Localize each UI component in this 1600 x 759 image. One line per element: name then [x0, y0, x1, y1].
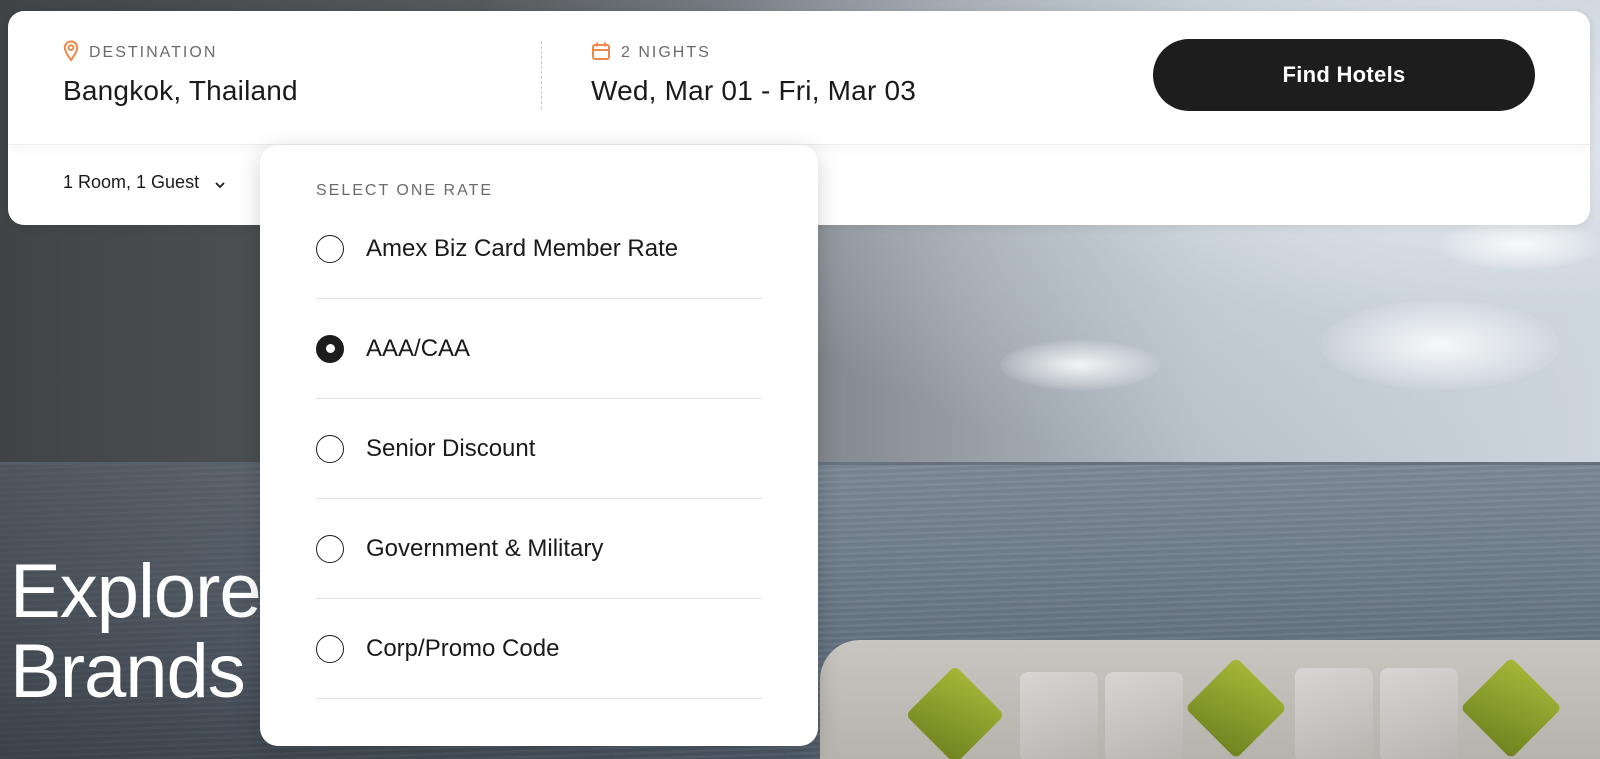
rate-dropdown: SELECT ONE RATE Amex Biz Card Member Rat…	[260, 145, 818, 746]
destination-label-row: DESTINATION	[63, 39, 298, 67]
nights-label: 2 NIGHTS	[621, 44, 711, 61]
rate-option-aaa-caa[interactable]: AAA/CAA	[316, 299, 762, 399]
rate-option-government-military[interactable]: Government & Military	[316, 499, 762, 599]
rate-option-label: Senior Discount	[366, 434, 536, 462]
rate-dropdown-heading: SELECT ONE RATE	[316, 182, 493, 199]
search-bar: DESTINATION Bangkok, Thailand 2 NIGHTS W…	[8, 11, 1590, 145]
find-hotels-button[interactable]: Find Hotels	[1153, 39, 1535, 111]
cloud	[1000, 340, 1160, 390]
radio-button[interactable]	[316, 234, 344, 263]
hero-heading: Explore Brands	[10, 549, 262, 714]
rate-option-amex[interactable]: Amex Biz Card Member Rate	[316, 199, 762, 299]
grey-cushion	[1380, 668, 1458, 759]
destination-field[interactable]: DESTINATION Bangkok, Thailand	[63, 39, 298, 107]
hero-heading-line1: Explore	[10, 549, 262, 634]
dates-label-row: 2 NIGHTS	[591, 41, 916, 65]
chevron-down-icon	[213, 176, 227, 190]
radio-button[interactable]	[316, 534, 344, 563]
hero-heading-line2: Brands	[10, 629, 246, 714]
dates-field[interactable]: 2 NIGHTS Wed, Mar 01 - Fri, Mar 03	[591, 41, 916, 107]
rate-option-label: Amex Biz Card Member Rate	[366, 234, 679, 262]
rooms-guests-selector[interactable]: 1 Room, 1 Guest	[63, 172, 227, 193]
destination-label: DESTINATION	[89, 44, 218, 61]
grey-cushion	[1020, 672, 1098, 759]
rate-option-corp-promo[interactable]: Corp/Promo Code	[316, 599, 762, 699]
rate-option-label: Government & Military	[366, 534, 604, 562]
rate-option-list: Amex Biz Card Member Rate AAA/CAA Senior…	[316, 199, 762, 699]
cloud	[1440, 220, 1600, 270]
grey-cushion	[1295, 668, 1373, 759]
radio-button[interactable]	[316, 434, 344, 463]
rate-option-senior[interactable]: Senior Discount	[316, 399, 762, 499]
dates-value: Wed, Mar 01 - Fri, Mar 03	[591, 75, 917, 106]
grey-cushion	[1105, 672, 1183, 759]
cloud	[1320, 300, 1560, 390]
rate-option-label: Corp/Promo Code	[366, 634, 560, 662]
radio-button[interactable]	[316, 634, 344, 663]
field-divider	[541, 41, 542, 109]
rooms-guests-label: 1 Room, 1 Guest	[63, 172, 200, 192]
location-pin-icon	[63, 39, 79, 67]
rate-option-label: AAA/CAA	[366, 334, 471, 362]
destination-value: Bangkok, Thailand	[63, 75, 298, 106]
calendar-icon	[591, 41, 611, 66]
radio-button[interactable]	[316, 334, 344, 363]
